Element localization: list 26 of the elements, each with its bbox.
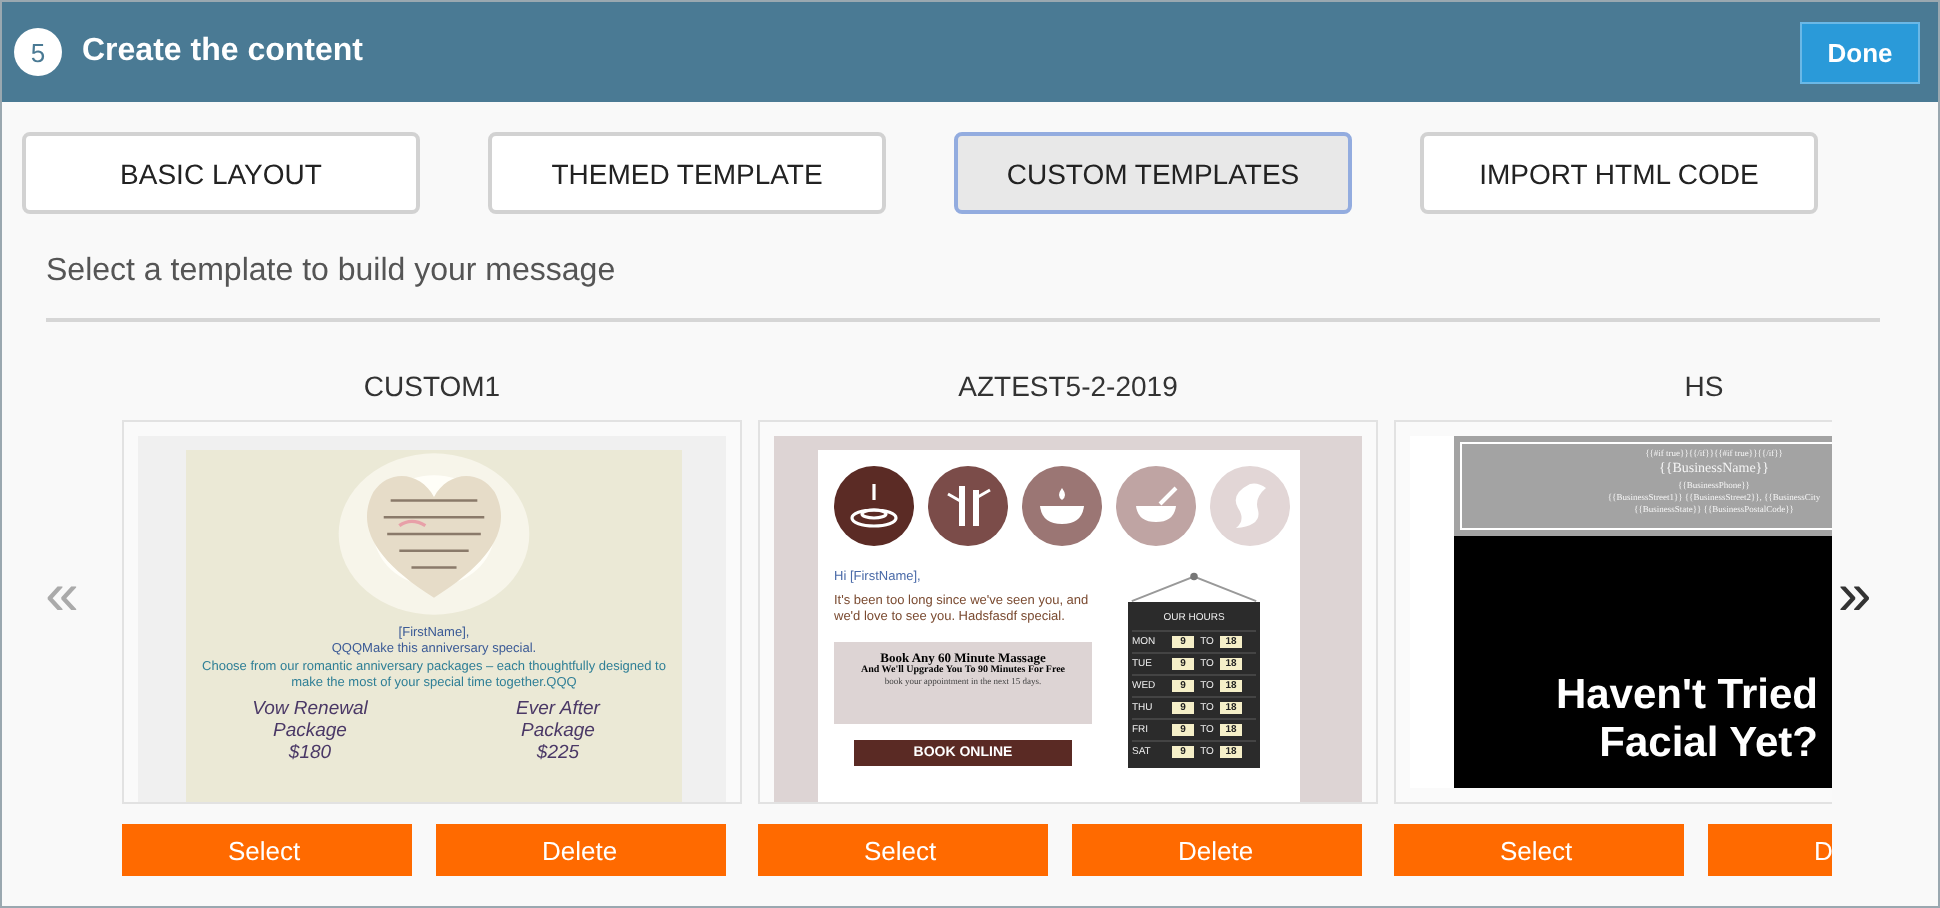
tab[interactable]: BASIC LAYOUT <box>22 132 420 214</box>
tab[interactable]: THEMED TEMPLATE <box>488 132 886 214</box>
template-name: AZTEST5-2-2019 <box>956 368 1180 406</box>
step-number: 5 <box>14 28 62 76</box>
select-button[interactable]: Select <box>1394 824 1684 876</box>
tab[interactable]: CUSTOM TEMPLATES <box>954 132 1352 214</box>
select-button[interactable]: Select <box>758 824 1048 876</box>
package-name: Ever After Package <box>514 699 603 744</box>
previous-button[interactable]: « <box>45 565 79 625</box>
next-button[interactable]: » <box>1838 565 1872 625</box>
tab[interactable]: IMPORT HTML CODE <box>1420 132 1818 214</box>
delete-button[interactable]: Delete <box>436 824 726 876</box>
select-button[interactable]: Select <box>122 824 412 876</box>
package-name: Vow Renewal Package <box>250 699 370 744</box>
package-price: $180 <box>286 743 334 766</box>
package-price: $225 <box>534 743 582 766</box>
hanger-drawing <box>1128 570 1260 602</box>
done-button[interactable]: Done <box>1800 21 1920 83</box>
headline-text: Facial Yet? <box>1597 720 1818 769</box>
header-title: Create the content <box>82 34 365 70</box>
template-name: HS <box>1682 368 1726 406</box>
headline-text: Haven't Tried <box>1553 672 1818 721</box>
instruction-text: Select a template to build your message <box>46 254 618 290</box>
template-name: CUSTOM1 <box>361 368 503 406</box>
delete-button[interactable]: D <box>1708 824 1832 876</box>
delete-button[interactable]: Delete <box>1072 824 1362 876</box>
